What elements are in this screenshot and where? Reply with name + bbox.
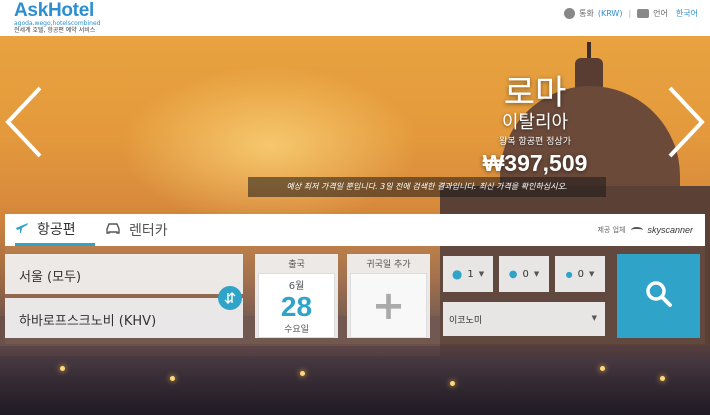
tab-flights-label: 항공편 [37, 221, 76, 238]
add-return-plus-icon: + [350, 273, 427, 338]
child-person-icon: ● [508, 268, 518, 280]
tab-car-rental-label: 렌터카 [129, 223, 168, 239]
lamp [170, 376, 175, 381]
price-note: 왕복 항공편 정상가 [499, 137, 571, 147]
skyscanner-logo-icon [631, 227, 644, 233]
chevron-down-icon: ▼ [591, 314, 597, 322]
infants-selector[interactable]: ● 0 ▼ [555, 256, 605, 292]
destination-city: 로마 [503, 73, 567, 113]
tab-car-rental[interactable]: 렌터카 [105, 214, 168, 246]
chevron-down-icon: ▼ [478, 270, 485, 278]
destination-field[interactable]: 하바로프스크노비 (KHV) [5, 298, 243, 338]
cabin-class-value: 이코노미 [449, 316, 483, 326]
prev-slide-arrow-icon[interactable] [4, 86, 44, 158]
language-label[interactable]: 언어 [653, 8, 668, 19]
logo[interactable]: AskHotel agoda,wego,hotelscombined 전세계 호… [14, 1, 100, 35]
price-disclaimer: 예상 최저 가격일 뿐입니다. 3일 전에 검색한 결과입니다. 최신 가격을 … [248, 177, 606, 197]
chevron-down-icon: ▼ [533, 270, 540, 278]
logo-partners: agoda,wego,hotelscombined [14, 20, 101, 27]
depart-weekday: 수요일 [284, 325, 309, 335]
currency-icon [564, 8, 576, 19]
infant-person-icon: ● [565, 269, 573, 279]
search-icon [645, 280, 673, 312]
depart-day: 28 [280, 291, 313, 322]
depart-date-display: 6월 28 수요일 [258, 273, 335, 338]
children-selector[interactable]: ● 0 ▼ [499, 256, 549, 292]
depart-label: 출국 [288, 260, 305, 270]
language-icon [637, 9, 650, 18]
header-settings: 통화 (KRW) | 언어 한국어 [564, 8, 698, 19]
logo-title: AskHotel [14, 0, 94, 21]
cabin-class-select[interactable]: 이코노미 ▼ [443, 302, 605, 336]
search-button[interactable] [617, 254, 700, 338]
currency-label[interactable]: 통화 [579, 8, 594, 19]
lamp [300, 371, 305, 376]
currency-value[interactable]: (KRW) [598, 9, 623, 18]
tab-flights[interactable]: 항공편 [15, 214, 95, 246]
powered-by: 제공 업체 skyscanner [597, 225, 693, 235]
powered-by-label: 제공 업체 [597, 226, 626, 234]
chevron-down-icon: ▼ [588, 270, 595, 278]
language-value[interactable]: 한국어 [676, 8, 698, 19]
depart-date-picker[interactable]: 출국 6월 28 수요일 [255, 254, 338, 338]
next-slide-arrow-icon[interactable] [666, 86, 706, 158]
powered-by-brand: skyscanner [647, 225, 693, 235]
destination-price: ₩397,509 [482, 150, 588, 176]
swap-locations-icon[interactable] [218, 286, 242, 310]
header-separator: | [628, 9, 632, 18]
airplane-icon [15, 220, 29, 238]
destination-country: 이탈리아 [501, 112, 569, 133]
return-label: 귀국일 추가 [366, 260, 411, 270]
children-count: 0 [522, 268, 529, 280]
origin-field[interactable]: 서울 (모두) [5, 254, 243, 294]
lamp [60, 366, 65, 371]
lamp [600, 366, 605, 371]
return-date-picker[interactable]: 귀국일 추가 + [347, 254, 430, 338]
street-lights [0, 346, 710, 415]
hero-glow [120, 66, 420, 226]
depart-month: 6월 [288, 281, 305, 292]
adults-selector[interactable]: ● 1 ▼ [443, 256, 493, 292]
destination-info[interactable]: 로마 이탈리아 왕복 항공편 정상가 ₩397,509 [460, 74, 610, 177]
logo-tagline: 전세계 호텔, 항공편 예약 서비스 [14, 27, 96, 34]
flight-search-form: 서울 (모두) 하바로프스크노비 (KHV) 출국 6월 28 수요일 귀국일 … [5, 246, 705, 344]
infants-count: 0 [577, 268, 584, 280]
lamp [450, 381, 455, 386]
top-header: AskHotel agoda,wego,hotelscombined 전세계 호… [0, 0, 710, 36]
adults-count: 1 [467, 268, 474, 280]
search-tabs: 항공편 렌터카 제공 업체 skyscanner [5, 214, 705, 246]
car-icon [105, 221, 121, 239]
adult-person-icon: ● [451, 267, 463, 281]
lamp [660, 376, 665, 381]
